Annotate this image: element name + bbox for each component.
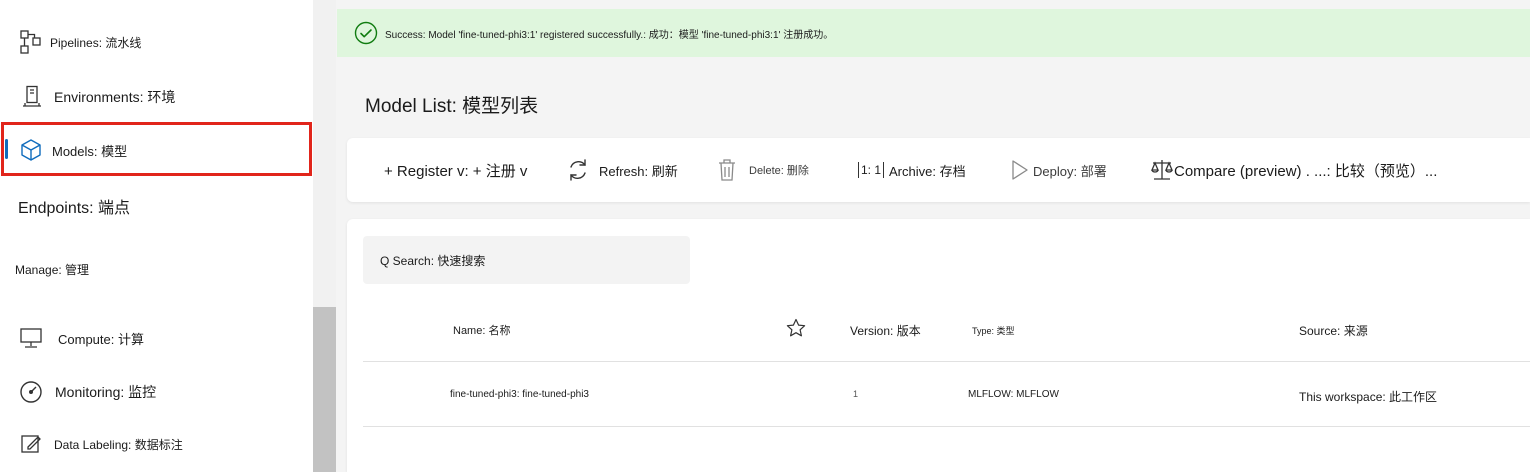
archive-icon: 1: 1 <box>858 162 885 178</box>
refresh-icon <box>566 157 590 183</box>
nav-item-models[interactable]: Models: 模型 <box>0 136 313 164</box>
cube-icon <box>18 137 44 163</box>
nav-item-endpoints[interactable]: Endpoints: 端点 <box>0 192 313 220</box>
refresh-label: Refresh: 刷新 <box>599 163 678 179</box>
column-header-source[interactable]: Source: 来源 <box>1299 322 1368 339</box>
edit-icon <box>18 431 44 457</box>
nav-label: Environments: 环境 <box>54 89 176 105</box>
page-title: Model List: 模型列表 <box>365 96 539 117</box>
register-label: + Register v: + 注册 v <box>384 162 528 180</box>
scale-icon <box>1150 158 1174 182</box>
nav-item-environments[interactable]: Environments: 环境 <box>0 83 313 111</box>
nav-label: Pipelines: 流水线 <box>50 35 142 50</box>
trash-icon <box>717 158 737 182</box>
register-button[interactable]: + Register v: + 注册 v <box>384 138 527 202</box>
nav-label: Monitoring: 监控 <box>55 384 157 400</box>
sidebar-scrollbar-thumb[interactable] <box>313 307 336 472</box>
refresh-button[interactable]: Refresh: 刷新 <box>566 138 678 202</box>
monitor-icon <box>18 325 44 351</box>
model-version: 1 <box>853 389 859 399</box>
header-divider <box>363 361 1530 362</box>
manage-heading: Manage: 管理 <box>15 263 90 277</box>
gauge-icon <box>18 379 44 405</box>
delete-button[interactable]: Delete: 删除 <box>717 138 809 202</box>
favorite-star-icon[interactable] <box>786 318 806 341</box>
delete-label: Delete: 删除 <box>749 165 809 177</box>
deploy-button[interactable]: Deploy: 部署 <box>1011 138 1107 202</box>
compare-button[interactable]: Compare (preview) . ...: 比较（预览）... <box>1150 138 1437 202</box>
nav-item-compute[interactable]: Compute: 计算 <box>0 324 313 352</box>
nav-label: Endpoints: 端点 <box>18 200 131 217</box>
left-nav: Pipelines: 流水线 Environments: 环境 Models: … <box>0 0 313 472</box>
model-source: This workspace: 此工作区 <box>1299 390 1438 404</box>
compare-label: Compare (preview) . ...: 比较（预览）... <box>1174 162 1438 180</box>
success-banner: Success: Model 'fine-tuned-phi3:1' regis… <box>337 9 1530 57</box>
nav-item-data-labeling[interactable]: Data Labeling: 数据标注 <box>0 430 313 458</box>
deploy-label: Deploy: 部署 <box>1033 163 1107 179</box>
nav-label: Models: 模型 <box>52 143 128 159</box>
success-message: Success: Model 'fine-tuned-phi3:1' regis… <box>385 29 834 41</box>
nav-label: Data Labeling: 数据标注 <box>54 437 183 452</box>
success-check-icon <box>354 21 378 45</box>
environment-icon <box>19 84 45 110</box>
model-type: MLFLOW: MLFLOW <box>968 389 1059 400</box>
archive-button[interactable]: 1: 1 Archive: 存档 <box>858 138 966 202</box>
model-name-link[interactable]: fine-tuned-phi3: fine-tuned-phi3 <box>450 389 589 400</box>
column-header-type[interactable]: Type: 类型 <box>972 324 1015 337</box>
search-placeholder: Q Search: 快速搜索 <box>380 253 486 268</box>
column-header-version[interactable]: Version: 版本 <box>850 322 921 339</box>
row-divider <box>363 426 1530 427</box>
nav-item-monitoring[interactable]: Monitoring: 监控 <box>0 378 313 406</box>
nav-label: Compute: 计算 <box>58 331 144 347</box>
column-header-name[interactable]: Name: 名称 <box>453 322 510 338</box>
play-icon <box>1011 159 1029 181</box>
nav-item-pipelines[interactable]: Pipelines: 流水线 <box>0 28 313 56</box>
search-input[interactable]: Q Search: 快速搜索 <box>363 236 690 284</box>
command-bar: + Register v: + 注册 v Refresh: 刷新 Delete:… <box>347 138 1530 202</box>
archive-label: Archive: 存档 <box>889 163 966 179</box>
pipeline-icon <box>18 29 44 55</box>
